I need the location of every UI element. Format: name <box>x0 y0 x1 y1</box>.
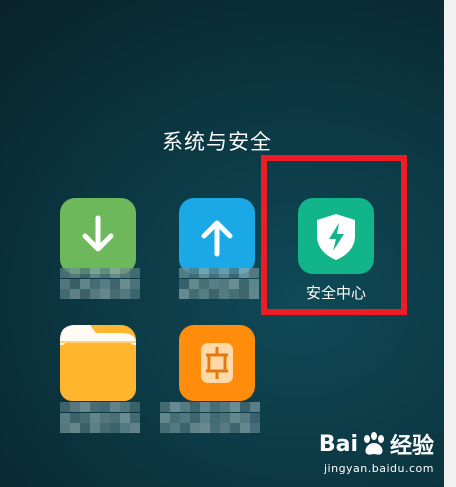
sim-card-icon <box>201 343 233 383</box>
app-upload-button[interactable] <box>179 198 255 274</box>
blurred-label <box>60 268 140 300</box>
screen-edge <box>444 0 456 487</box>
blurred-label <box>179 268 259 300</box>
baidu-watermark: Bai 经验 jingyan.baidu.com <box>318 428 434 476</box>
highlight-box <box>261 155 407 315</box>
folder-icon <box>60 325 136 401</box>
home-screen: 系统与安全 安全中心 Bai 经验 jingyan.baidu.com <box>0 0 456 487</box>
blurred-label <box>160 402 260 434</box>
upload-arrow-icon <box>201 220 233 257</box>
blurred-label <box>60 402 140 434</box>
watermark-brand-prefix: Bai <box>318 431 358 457</box>
download-arrow-icon <box>82 215 114 252</box>
app-files-button[interactable] <box>60 325 136 401</box>
baidu-paw-icon <box>363 432 384 455</box>
folder-title: 系统与安全 <box>162 130 272 154</box>
watermark-url: jingyan.baidu.com <box>323 462 434 475</box>
watermark-brand-suffix: 经验 <box>389 434 434 459</box>
app-sim-button[interactable] <box>179 325 255 401</box>
app-download-button[interactable] <box>60 198 136 274</box>
